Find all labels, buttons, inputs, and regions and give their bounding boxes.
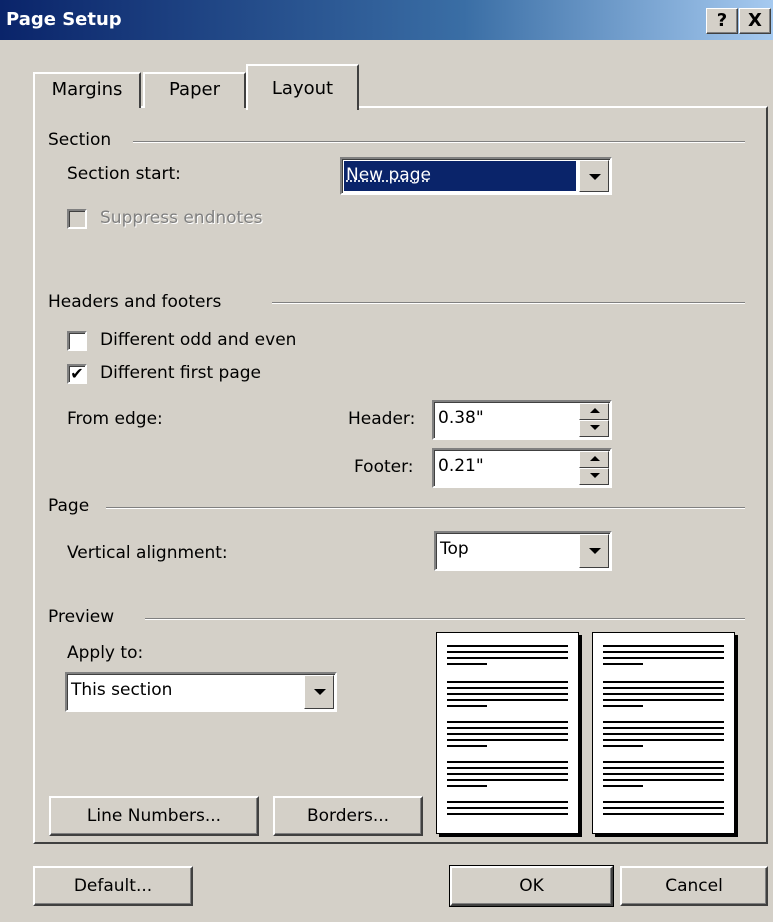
apply-to-label: Apply to: (67, 643, 144, 663)
footer-distance-value: 0.21" (438, 456, 484, 476)
suppress-endnotes-label: Suppress endnotes (100, 208, 263, 228)
preview-heading: Preview (48, 607, 115, 627)
default-button[interactable]: Default... (33, 866, 193, 906)
headers-footers-heading: Headers and footers (48, 292, 222, 312)
apply-to-value: This section (71, 680, 173, 700)
apply-to-select[interactable]: This section (65, 672, 337, 712)
different-first-page-label: Different first page (100, 363, 261, 383)
tab-layout[interactable]: Layout (246, 64, 359, 110)
spin-up-icon[interactable] (579, 403, 609, 420)
ok-button[interactable]: OK (449, 865, 614, 907)
header-distance-input[interactable]: 0.38" (432, 400, 612, 440)
checkmark-icon: ✔ (70, 364, 84, 383)
section-divider (133, 141, 745, 143)
page-group-heading: Page (48, 496, 90, 516)
section-start-value: New page (346, 165, 431, 185)
cancel-button[interactable]: Cancel (620, 866, 768, 906)
vertical-alignment-label: Vertical alignment: (67, 543, 228, 563)
preview-page-left (436, 632, 579, 834)
vertical-alignment-dropdown-arrow-icon[interactable] (579, 534, 609, 568)
different-odd-even-checkbox[interactable] (67, 331, 87, 351)
section-start-select[interactable]: New page (340, 157, 612, 195)
vertical-alignment-value: Top (440, 539, 469, 559)
borders-button[interactable]: Borders... (273, 796, 423, 836)
spin-down-icon[interactable] (579, 420, 609, 437)
footer-label: Footer: (354, 457, 414, 477)
tab-margins[interactable]: Margins (33, 72, 141, 108)
preview-page-right (592, 632, 735, 834)
window-title: Page Setup (6, 9, 122, 30)
page-divider (106, 507, 745, 509)
help-button[interactable]: ? (706, 8, 738, 34)
from-edge-label: From edge: (67, 409, 163, 429)
title-bar[interactable]: Page Setup ? X (0, 0, 773, 40)
different-odd-even-label: Different odd and even (100, 330, 297, 350)
spin-up-icon[interactable] (579, 451, 609, 468)
footer-spinner[interactable] (579, 451, 609, 485)
apply-to-dropdown-arrow-icon[interactable] (304, 675, 334, 709)
header-spinner[interactable] (579, 403, 609, 437)
suppress-endnotes-checkbox[interactable] (67, 209, 87, 229)
section-start-dropdown-arrow-icon[interactable] (579, 160, 609, 192)
section-group-heading: Section (48, 130, 112, 150)
line-numbers-button[interactable]: Line Numbers... (49, 796, 259, 836)
spin-down-icon[interactable] (579, 468, 609, 485)
close-button[interactable]: X (739, 8, 771, 34)
vertical-alignment-select[interactable]: Top (434, 531, 612, 571)
header-label: Header: (348, 409, 416, 429)
preview-divider (145, 618, 745, 620)
different-first-page-checkbox[interactable]: ✔ (67, 364, 87, 384)
header-distance-value: 0.38" (438, 408, 484, 428)
headers-footers-divider (272, 302, 745, 304)
page-setup-dialog: Page Setup ? X Margins Paper Layout Sect… (0, 0, 773, 922)
footer-distance-input[interactable]: 0.21" (432, 448, 612, 488)
section-start-label: Section start: (67, 164, 181, 184)
tab-paper[interactable]: Paper (143, 72, 246, 108)
